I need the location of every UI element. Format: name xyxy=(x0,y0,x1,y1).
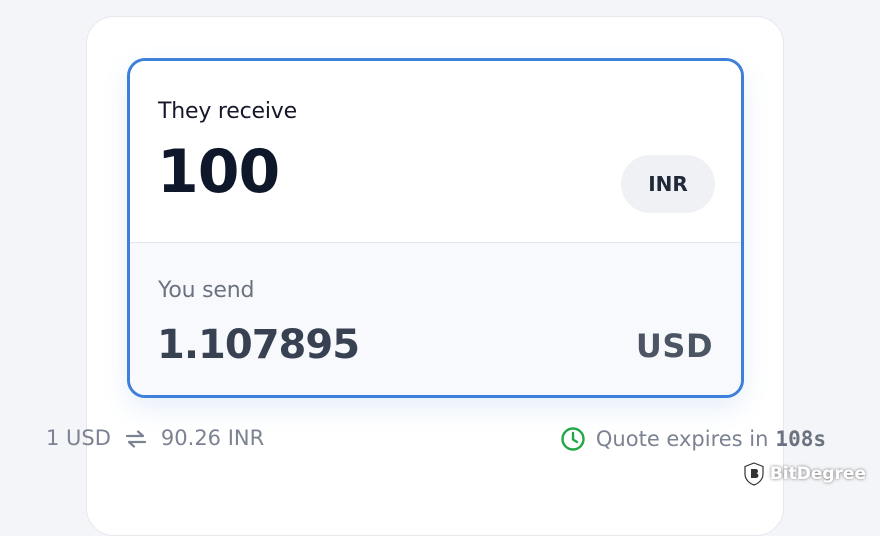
converter-card: They receive 100 INR You send 1.107895 U… xyxy=(86,16,784,536)
clock-icon xyxy=(560,426,586,452)
quote-expiry: Quote expires in 108s xyxy=(560,426,826,452)
exchange-input-box: They receive 100 INR You send 1.107895 U… xyxy=(127,58,744,398)
receive-currency-selector[interactable]: INR xyxy=(621,155,715,213)
rate-from: 1 USD xyxy=(46,426,111,450)
receive-amount-input[interactable]: 100 xyxy=(157,137,280,207)
send-label: You send xyxy=(158,278,255,303)
exchange-rate: 1 USD 90.26 INR xyxy=(46,426,264,450)
rate-to: 90.26 INR xyxy=(160,426,265,450)
quote-countdown: 108s xyxy=(775,427,826,451)
send-currency: USD xyxy=(635,327,713,365)
send-section: You send 1.107895 USD xyxy=(130,243,741,395)
receive-section[interactable]: They receive 100 INR xyxy=(130,61,741,243)
quote-text: Quote expires in xyxy=(595,427,769,451)
bitdegree-shield-logo xyxy=(744,462,764,486)
watermark-brand: BitDegree xyxy=(769,464,866,484)
receive-label: They receive xyxy=(158,99,297,124)
swap-arrows-icon xyxy=(125,429,147,448)
bitdegree-watermark: BitDegree xyxy=(743,462,866,486)
send-amount-value: 1.107895 xyxy=(157,322,360,368)
